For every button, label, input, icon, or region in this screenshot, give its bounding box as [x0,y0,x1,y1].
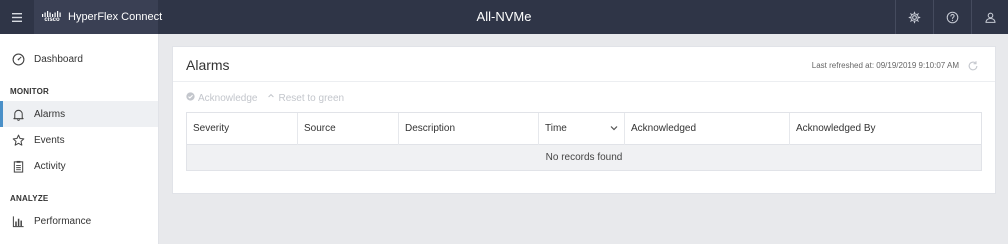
acknowledge-label: Acknowledge [198,92,258,104]
settings-gear-icon[interactable] [895,0,933,34]
bar-chart-icon [11,214,25,228]
undo-arrow-icon [267,93,275,104]
column-header-time-label: Time [545,123,567,134]
column-header-time[interactable]: Time [539,113,625,145]
sidebar-item-events[interactable]: Events [0,127,158,153]
sidebar-item-performance[interactable]: Performance [0,208,158,234]
acknowledge-button[interactable]: Acknowledge [186,92,257,104]
reset-to-green-label: Reset to green [278,92,345,104]
user-account-icon[interactable] [971,0,1008,34]
sidebar-item-label: Performance [34,215,92,227]
sidebar-item-label: Dashboard [34,53,83,65]
bell-icon [11,107,25,121]
sidebar-item-label: Alarms [34,108,66,120]
section-label-analyze: ANALYZE [10,194,49,203]
sort-descending-icon[interactable] [610,113,618,145]
reset-to-green-button[interactable]: Reset to green [267,92,344,104]
alarm-toolbar: Acknowledge Reset to green [186,92,344,104]
sidebar-item-alarms[interactable]: Alarms [0,101,158,127]
sidebar-item-activity[interactable]: Activity [0,153,158,179]
column-header-acknowledged-by[interactable]: Acknowledged By [790,113,981,145]
cluster-name: All-NVMe [476,9,532,24]
column-header-source[interactable]: Source [298,113,399,145]
page-title: Alarms [186,57,230,73]
last-refreshed-timestamp: Last refreshed at: 09/19/2019 9:10:07 AM [811,61,959,70]
check-circle-icon [186,92,195,104]
alarms-table: Severity Source Description Time Acknowl… [186,112,982,171]
column-header-acknowledged[interactable]: Acknowledged [625,113,790,145]
clipboard-icon [11,159,25,173]
top-bar: cisco HyperFlex Connect All-NVMe [0,0,1008,34]
dashboard-gauge-icon [11,52,25,66]
panel-header-divider [173,81,995,82]
sidebar-item-label: Activity [34,160,66,172]
help-icon[interactable] [933,0,971,34]
sidebar-item-label: Events [34,134,65,146]
table-header: Severity Source Description Time Acknowl… [187,113,981,145]
section-label-monitor: MONITOR [10,87,50,96]
column-header-severity[interactable]: Severity [187,113,298,145]
alarms-panel: Alarms Last refreshed at: 09/19/2019 9:1… [172,46,996,194]
sidebar-item-dashboard[interactable]: Dashboard [0,46,158,72]
sidebar: Dashboard MONITOR Alarms Events Activity… [0,34,159,244]
empty-state-message: No records found [187,145,981,170]
refresh-icon[interactable] [967,59,979,71]
column-header-description[interactable]: Description [399,113,539,145]
star-icon [11,133,25,147]
